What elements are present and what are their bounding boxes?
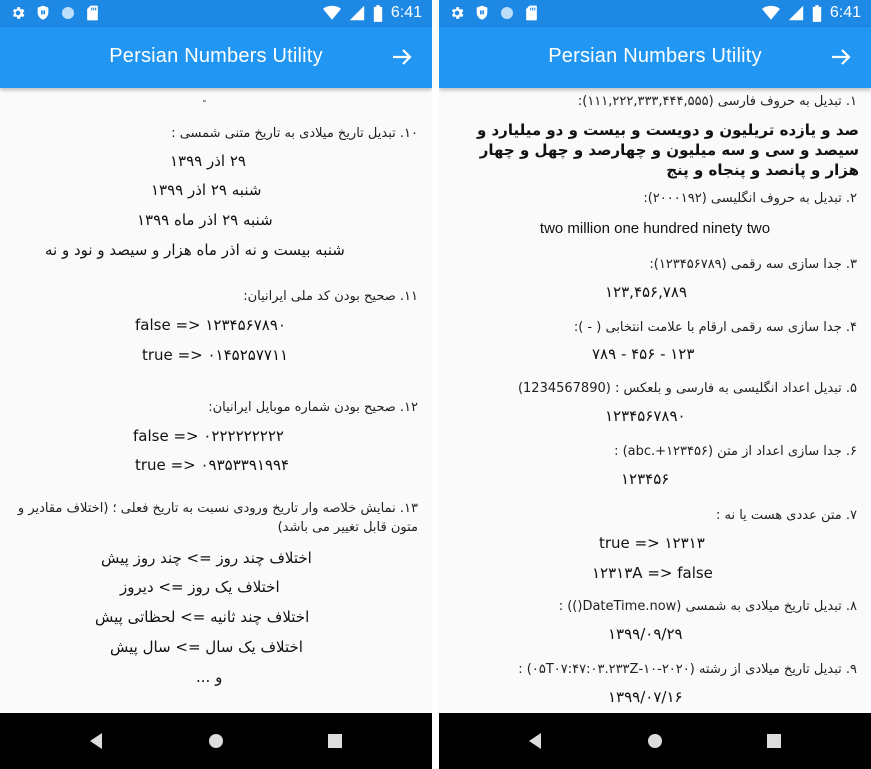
recents-icon[interactable]: [764, 731, 784, 751]
section-11-title: ۱۱. صحیح بودن کد ملی ایرانیان:: [243, 289, 418, 304]
s10-line-3: شنبه ۲۹ اذر ماه ۱۳۹۹: [137, 211, 273, 229]
s10-line-4: شنبه بیست و نه اذر ماه هزار و سیصد و نود…: [45, 241, 345, 259]
s13-line-1: اختلاف چند روز => چند روز پیش: [101, 549, 312, 567]
sd-card-icon: [87, 5, 98, 21]
section-1-title: ۱. تبدیل به حروف فارسی (۱۱۱,۲۲۲,۳۳۳,۴۴۴,…: [577, 94, 857, 109]
recents-icon[interactable]: [325, 731, 345, 751]
wifi-icon: [322, 5, 341, 20]
s1-body: صد و یازده تریلیون و دویست و بیست و دو م…: [476, 121, 859, 179]
s10-line-2: شنبه ۲۹ اذر ۱۳۹۹: [151, 181, 262, 199]
status-bar: 6:41: [0, 0, 432, 27]
sd-card-icon: [526, 5, 537, 21]
arrow-forward-icon[interactable]: [390, 45, 414, 69]
s5-value: ۱۲۳۴۵۶۷۸۹۰: [605, 407, 686, 425]
section-8-title: ۸. تبدیل تاریخ میلادی به شمسی (DateTime.…: [558, 599, 857, 614]
section-3-title: ۳. جدا سازی سه رقمی (۱۲۳۴۵۶۷۸۹):: [649, 257, 857, 272]
s6-value: ۱۲۳۴۵۶: [621, 470, 670, 488]
s11-line-2: ۰۱۴۵۲۵۷۷۱۱ <= true: [142, 346, 289, 364]
s11-line-1: ۱۲۳۴۵۶۷۸۹۰ <= false: [135, 316, 286, 334]
s13-line-2: اختلاف یک روز => دیروز: [120, 578, 280, 596]
back-icon[interactable]: [87, 731, 107, 751]
home-icon[interactable]: [206, 731, 226, 751]
s7-line-2: ۱۲۳۱۳A => false: [592, 564, 713, 582]
section-6-title: ۶. جدا سازی اعداد از متن (abc.+۱۲۳۴۵۶) :: [614, 444, 857, 459]
s13-line-3: اختلاف چند ثانیه => لحظاتی پیش: [95, 608, 310, 626]
content-scroll[interactable]: ۱. تبدیل به حروف فارسی (۱۱۱,۲۲۲,۳۳۳,۴۴۴,…: [439, 88, 871, 713]
battery-icon: [373, 4, 383, 22]
status-bar: 6:41: [439, 0, 871, 27]
content-scroll[interactable]: ۱۰. تبدیل تاریخ میلادی به تاریخ متنی شمس…: [0, 88, 432, 713]
s2-value: two million one hundred ninety two: [539, 220, 771, 237]
s10-line-1: ۲۹ اذر ۱۳۹۹: [170, 152, 246, 170]
cellular-icon: [349, 5, 365, 21]
phone-screen-left: 6:41 Persian Numbers Utility ۱۰. تبدیل ت…: [0, 0, 432, 769]
app-title: Persian Numbers Utility: [109, 45, 323, 67]
s12-line-2: ۰۹۳۵۳۳۹۱۹۹۴ <= true: [135, 456, 290, 474]
shield-icon: [476, 5, 488, 20]
s13-line-4: اختلاف یک سال => سال پیش: [110, 638, 303, 656]
home-icon[interactable]: [645, 731, 665, 751]
gear-icon: [451, 7, 464, 19]
app-bar: Persian Numbers Utility: [439, 27, 871, 88]
status-time: 6:41: [390, 4, 422, 21]
battery-icon: [812, 4, 822, 22]
s13-line-5: و ...: [196, 668, 223, 686]
cellular-icon: [788, 5, 804, 21]
s12-line-1: ۰۲۲۲۲۲۲۲۲۲ <= false: [133, 427, 284, 445]
gear-icon: [12, 7, 25, 19]
arrow-forward-icon[interactable]: [829, 45, 853, 69]
phone-screen-right: 6:41 Persian Numbers Utility ۱. تبدیل به…: [439, 0, 871, 769]
scroll-dot: [203, 100, 206, 102]
s9-value: ۱۳۹۹/۰۷/۱۶: [608, 688, 683, 706]
s8-value: ۱۳۹۹/۰۹/۲۹: [608, 625, 683, 643]
section-4-title: ۴. جدا سازی سه رقمی ارقام با علامت انتخا…: [573, 320, 857, 335]
circle-icon: [501, 7, 513, 19]
app-bar: Persian Numbers Utility: [0, 27, 432, 88]
wifi-icon: [761, 5, 780, 20]
section-9-title: ۹. تبدیل تاریخ میلادی از رشته (۲۰۲۰-۱۰-۰…: [518, 662, 857, 677]
section-2-title: ۲. تبدیل به حروف انگلیسی (۲۰۰۰۱۹۲):: [643, 191, 857, 206]
nav-bar: [439, 713, 871, 769]
section-12-title: ۱۲. صحیح بودن شماره موبایل ایرانیان:: [208, 400, 418, 415]
status-time: 6:41: [829, 4, 861, 21]
s3-value: ۱۲۳,۴۵۶,۷۸۹: [605, 283, 688, 301]
circle-icon: [62, 7, 74, 19]
section-13-title: ۱۳. نمایش خلاصه وار تاریخ ورودی نسبت به …: [17, 501, 418, 535]
shield-icon: [37, 5, 49, 20]
section-5-title: ۵. تبدیل اعداد انگلیسی به فارسی و بلعکس …: [517, 381, 857, 396]
app-title: Persian Numbers Utility: [548, 45, 762, 67]
section-7-title: ۷. متن عددی هست یا نه :: [715, 508, 857, 523]
nav-bar: [0, 713, 432, 769]
s4-value: ۱۲۳ - ۴۵۶ - ۷۸۹: [592, 345, 695, 363]
section-10-title: ۱۰. تبدیل تاریخ میلادی به تاریخ متنی شمس…: [171, 126, 418, 141]
s7-line-1: ۱۲۳۱۳ <= true: [599, 534, 705, 552]
back-icon[interactable]: [526, 731, 546, 751]
